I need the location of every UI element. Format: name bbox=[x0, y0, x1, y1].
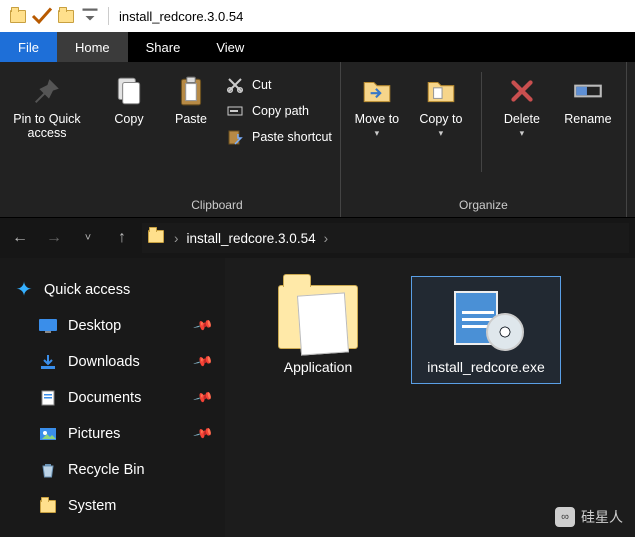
copy-icon bbox=[112, 74, 146, 108]
sidebar-item-label: System bbox=[68, 498, 116, 514]
chevron-down-icon: ▾ bbox=[439, 128, 444, 139]
qat-check-icon[interactable] bbox=[30, 4, 54, 28]
group-clipboard-label: Clipboard bbox=[102, 195, 332, 217]
explorer-body: ✦ Quick access Desktop 📌 Downloads 📌 Doc… bbox=[0, 258, 635, 537]
separator bbox=[108, 7, 109, 25]
paste-shortcut-icon bbox=[226, 128, 244, 146]
address-bar[interactable]: › install_redcore.3.0.54 › bbox=[142, 223, 629, 253]
sidebar-item-pictures[interactable]: Pictures 📌 bbox=[0, 416, 225, 452]
downloads-icon bbox=[38, 353, 58, 371]
pin-to-quick-access-button[interactable]: Pin to Quick access bbox=[8, 66, 86, 140]
folder-icon bbox=[148, 230, 166, 246]
sidebar-item-label: Quick access bbox=[44, 282, 130, 298]
rename-button[interactable]: Rename bbox=[558, 66, 618, 126]
installer-icon bbox=[450, 285, 522, 349]
pin-icon: 📌 bbox=[192, 423, 214, 445]
rename-label: Rename bbox=[564, 112, 611, 126]
pin-icon bbox=[30, 74, 64, 108]
paste-shortcut-label: Paste shortcut bbox=[252, 130, 332, 144]
file-item-folder[interactable]: Application bbox=[243, 276, 393, 384]
quick-access-icon: ✦ bbox=[14, 281, 34, 299]
recent-locations-button[interactable]: ˅ bbox=[74, 224, 102, 252]
pictures-icon bbox=[38, 425, 58, 443]
copy-to-button[interactable]: Copy to ▾ bbox=[413, 66, 469, 139]
breadcrumb-separator: › bbox=[174, 231, 179, 246]
paste-button[interactable]: Paste bbox=[164, 66, 218, 126]
breadcrumb-folder[interactable]: install_redcore.3.0.54 bbox=[187, 231, 316, 246]
folder-icon bbox=[278, 285, 358, 349]
rename-icon bbox=[571, 74, 605, 108]
cut-label: Cut bbox=[252, 78, 271, 92]
delete-button[interactable]: Delete ▾ bbox=[494, 66, 550, 139]
file-list[interactable]: Application install_redcore.exe ∞ 硅星人 bbox=[225, 258, 635, 537]
window-title: install_redcore.3.0.54 bbox=[119, 9, 243, 24]
tab-home[interactable]: Home bbox=[57, 32, 128, 62]
sidebar-item-recycle-bin[interactable]: Recycle Bin bbox=[0, 452, 225, 488]
sidebar-item-system[interactable]: System bbox=[0, 488, 225, 524]
sidebar-item-label: Pictures bbox=[68, 426, 120, 442]
folder-icon bbox=[54, 10, 78, 23]
pin-icon: 📌 bbox=[192, 315, 214, 337]
ribbon-group-pin: Pin to Quick access bbox=[0, 62, 94, 217]
watermark-icon: ∞ bbox=[555, 507, 575, 527]
cut-icon bbox=[226, 76, 244, 94]
watermark-label: 硅星人 bbox=[581, 507, 623, 527]
title-bar: install_redcore.3.0.54 bbox=[0, 0, 635, 32]
sidebar-item-documents[interactable]: Documents 📌 bbox=[0, 380, 225, 416]
navigation-row: ← → ˅ ↑ › install_redcore.3.0.54 › bbox=[0, 218, 635, 258]
file-item-label: install_redcore.exe bbox=[427, 359, 545, 375]
sidebar-item-desktop[interactable]: Desktop 📌 bbox=[0, 308, 225, 344]
copy-label: Copy bbox=[114, 112, 143, 126]
recycle-bin-icon bbox=[38, 461, 58, 479]
copy-to-icon bbox=[424, 74, 458, 108]
move-to-icon bbox=[360, 74, 394, 108]
sidebar-item-quick-access[interactable]: ✦ Quick access bbox=[0, 272, 225, 308]
copy-to-label: Copy to bbox=[419, 112, 462, 126]
navigation-pane: ✦ Quick access Desktop 📌 Downloads 📌 Doc… bbox=[0, 258, 225, 537]
copy-button[interactable]: Copy bbox=[102, 66, 156, 126]
breadcrumb-separator: › bbox=[324, 231, 329, 246]
group-organize-label: Organize bbox=[349, 195, 618, 217]
chevron-down-icon: ▾ bbox=[520, 128, 525, 139]
sidebar-item-label: Recycle Bin bbox=[68, 462, 145, 478]
documents-icon bbox=[38, 389, 58, 407]
ribbon-tab-bar: File Home Share View bbox=[0, 32, 635, 62]
move-to-button[interactable]: Move to ▾ bbox=[349, 66, 405, 139]
sidebar-item-downloads[interactable]: Downloads 📌 bbox=[0, 344, 225, 380]
chevron-down-icon: ▾ bbox=[375, 128, 380, 139]
tab-share[interactable]: Share bbox=[128, 32, 199, 62]
folder-icon bbox=[6, 10, 30, 23]
pin-label: Pin to Quick access bbox=[8, 112, 86, 140]
folder-icon bbox=[38, 497, 58, 515]
copy-path-button[interactable]: Copy path bbox=[226, 102, 332, 120]
qat-dropdown-icon[interactable] bbox=[78, 4, 102, 28]
back-button[interactable]: ← bbox=[6, 224, 34, 252]
cut-button[interactable]: Cut bbox=[226, 76, 332, 94]
desktop-icon bbox=[38, 317, 58, 335]
sidebar-item-label: Desktop bbox=[68, 318, 121, 334]
tab-file[interactable]: File bbox=[0, 32, 57, 62]
delete-icon bbox=[505, 74, 539, 108]
up-button[interactable]: ↑ bbox=[108, 224, 136, 252]
sidebar-item-label: Documents bbox=[68, 390, 141, 406]
move-to-label: Move to bbox=[355, 112, 399, 126]
file-item-exe[interactable]: install_redcore.exe bbox=[411, 276, 561, 384]
forward-button[interactable]: → bbox=[40, 224, 68, 252]
sidebar-item-label: Downloads bbox=[68, 354, 140, 370]
paste-shortcut-button[interactable]: Paste shortcut bbox=[226, 128, 332, 146]
tab-view[interactable]: View bbox=[198, 32, 262, 62]
copy-path-icon bbox=[226, 102, 244, 120]
copy-path-label: Copy path bbox=[252, 104, 309, 118]
delete-label: Delete bbox=[504, 112, 540, 126]
file-item-label: Application bbox=[284, 359, 353, 375]
pin-icon: 📌 bbox=[192, 387, 214, 409]
paste-label: Paste bbox=[175, 112, 207, 126]
paste-icon bbox=[174, 74, 208, 108]
separator bbox=[481, 72, 482, 172]
pin-icon: 📌 bbox=[192, 351, 214, 373]
watermark: ∞ 硅星人 bbox=[555, 507, 623, 527]
ribbon: Pin to Quick access Copy Paste bbox=[0, 62, 635, 218]
ribbon-group-clipboard: Copy Paste Cut Cop bbox=[94, 62, 341, 217]
ribbon-group-organize: Move to ▾ Copy to ▾ Delete ▾ bbox=[341, 62, 627, 217]
